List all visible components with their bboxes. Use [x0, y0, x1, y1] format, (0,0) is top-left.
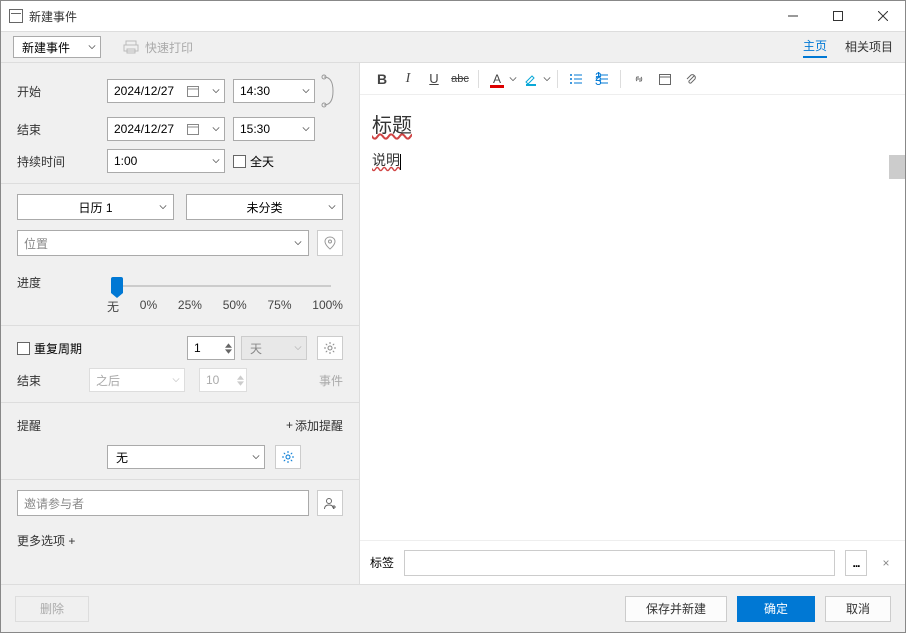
reminder-label: 提醒 — [17, 417, 107, 434]
location-input[interactable]: 位置 — [17, 230, 309, 256]
svg-text:3: 3 — [595, 74, 602, 86]
duration-label: 持续时间 — [17, 153, 107, 170]
chevron-down-icon — [172, 376, 180, 384]
scrollbar-thumb[interactable] — [889, 155, 905, 179]
recur-settings-button[interactable] — [317, 336, 343, 360]
chevron-down-icon — [294, 344, 302, 352]
date-button[interactable] — [653, 67, 677, 91]
description-input[interactable]: 说明 — [372, 144, 400, 176]
chevron-down-icon — [212, 157, 220, 165]
event-type-label: 新建事件 — [22, 39, 70, 56]
recur-end-count-spinner: 10 — [199, 368, 247, 392]
chevron-down-icon — [88, 43, 96, 51]
text-caret — [400, 154, 401, 170]
highlight-button[interactable] — [519, 67, 543, 91]
editor-area[interactable]: 标题 说明 — [360, 95, 905, 540]
add-reminder-button[interactable]: + 添加提醒 — [286, 417, 343, 434]
end-date-input[interactable]: 2024/12/27 — [107, 117, 225, 141]
gear-icon — [281, 450, 295, 464]
font-color-dropdown[interactable] — [509, 75, 517, 83]
format-toolbar: B I U abc A 123 — [360, 63, 905, 95]
app-icon — [9, 9, 23, 23]
left-panel: 开始 2024/12/27 14:30 结束 2024/12/27 — [1, 63, 360, 584]
number-list-button[interactable]: 123 — [590, 67, 614, 91]
title-input[interactable]: 标题 — [372, 103, 893, 144]
calendar-icon — [187, 123, 199, 135]
chevron-down-icon — [159, 203, 167, 211]
reminder-dropdown[interactable]: 无 — [107, 445, 265, 469]
minimize-button[interactable] — [770, 1, 815, 31]
duration-input[interactable]: 1:00 — [107, 149, 225, 173]
allday-label: 全天 — [250, 153, 274, 170]
titlebar: 新建事件 — [1, 1, 905, 31]
tag-row: 标签 ... × — [360, 540, 905, 584]
font-color-button[interactable]: A — [485, 67, 509, 91]
start-time-input[interactable]: 14:30 — [233, 79, 315, 103]
progress-slider[interactable] — [107, 278, 341, 294]
reminder-settings-button[interactable] — [275, 445, 301, 469]
maximize-button[interactable] — [815, 1, 860, 31]
strikethrough-button[interactable]: abc — [448, 67, 472, 91]
quick-print-label: 快速打印 — [145, 39, 193, 56]
progress-label: 进度 — [17, 274, 107, 291]
chevron-down-icon — [302, 125, 310, 133]
tags-input[interactable] — [404, 550, 835, 576]
recurrence-checkbox[interactable]: 重复周期 — [17, 340, 82, 357]
more-options-button[interactable]: 更多选项 + — [17, 532, 343, 549]
cancel-button[interactable]: 取消 — [825, 596, 891, 622]
allday-checkbox[interactable]: 全天 — [233, 153, 274, 170]
plus-icon: + — [286, 418, 293, 432]
start-date-input[interactable]: 2024/12/27 — [107, 79, 225, 103]
invite-input[interactable]: 邀请参与者 — [17, 490, 309, 516]
calendar-dropdown[interactable]: 日历 1 — [17, 194, 174, 220]
calendar-icon — [187, 85, 199, 97]
pin-icon — [323, 236, 337, 250]
end-label: 结束 — [17, 121, 107, 138]
recur-end-mode-dropdown: 之后 — [89, 368, 185, 392]
start-label: 开始 — [17, 83, 107, 100]
right-panel: B I U abc A 123 标题 说明 标签 ... × — [360, 63, 905, 584]
recur-count-spinner[interactable]: 1 — [187, 336, 235, 360]
slider-thumb[interactable] — [111, 277, 123, 293]
tab-main[interactable]: 主页 — [803, 37, 827, 58]
bold-button[interactable]: B — [370, 67, 394, 91]
topbar: 新建事件 快速打印 主页 相关项目 — [1, 31, 905, 63]
attach-button[interactable] — [679, 67, 703, 91]
tags-clear-button[interactable]: × — [877, 556, 895, 570]
location-pin-button[interactable] — [317, 230, 343, 256]
end-time-input[interactable]: 15:30 — [233, 117, 315, 141]
link-times-icon[interactable] — [321, 73, 335, 109]
gear-icon — [323, 341, 337, 355]
link-button[interactable] — [627, 67, 651, 91]
checkbox-box — [233, 155, 246, 168]
chevron-down-icon — [328, 203, 336, 211]
add-attendee-button[interactable] — [317, 490, 343, 516]
event-type-dropdown[interactable]: 新建事件 — [13, 36, 101, 58]
recur-unit-dropdown[interactable]: 天 — [241, 336, 307, 360]
print-icon — [123, 39, 139, 55]
close-button[interactable] — [860, 1, 905, 31]
chevron-down-icon — [212, 125, 220, 133]
delete-button[interactable]: 删除 — [15, 596, 89, 622]
recur-events-label: 事件 — [319, 372, 343, 389]
italic-button[interactable]: I — [396, 67, 420, 91]
tab-related[interactable]: 相关项目 — [845, 38, 893, 57]
bullet-list-button[interactable] — [564, 67, 588, 91]
category-dropdown[interactable]: 未分类 — [186, 194, 343, 220]
chevron-down-icon — [212, 87, 220, 95]
chevron-down-icon — [302, 87, 310, 95]
window-title: 新建事件 — [29, 8, 770, 25]
quick-print-button[interactable]: 快速打印 — [123, 39, 193, 56]
save-and-new-button[interactable]: 保存并新建 — [625, 596, 727, 622]
person-add-icon — [323, 496, 337, 510]
tags-label: 标签 — [370, 554, 394, 571]
tags-more-button[interactable]: ... — [845, 550, 867, 576]
ok-button[interactable]: 确定 — [737, 596, 815, 622]
chevron-down-icon — [294, 239, 302, 247]
underline-button[interactable]: U — [422, 67, 446, 91]
footer: 删除 保存并新建 确定 取消 — [1, 584, 905, 632]
highlight-dropdown[interactable] — [543, 75, 551, 83]
chevron-down-icon — [252, 453, 260, 461]
recur-end-label: 结束 — [17, 372, 89, 389]
